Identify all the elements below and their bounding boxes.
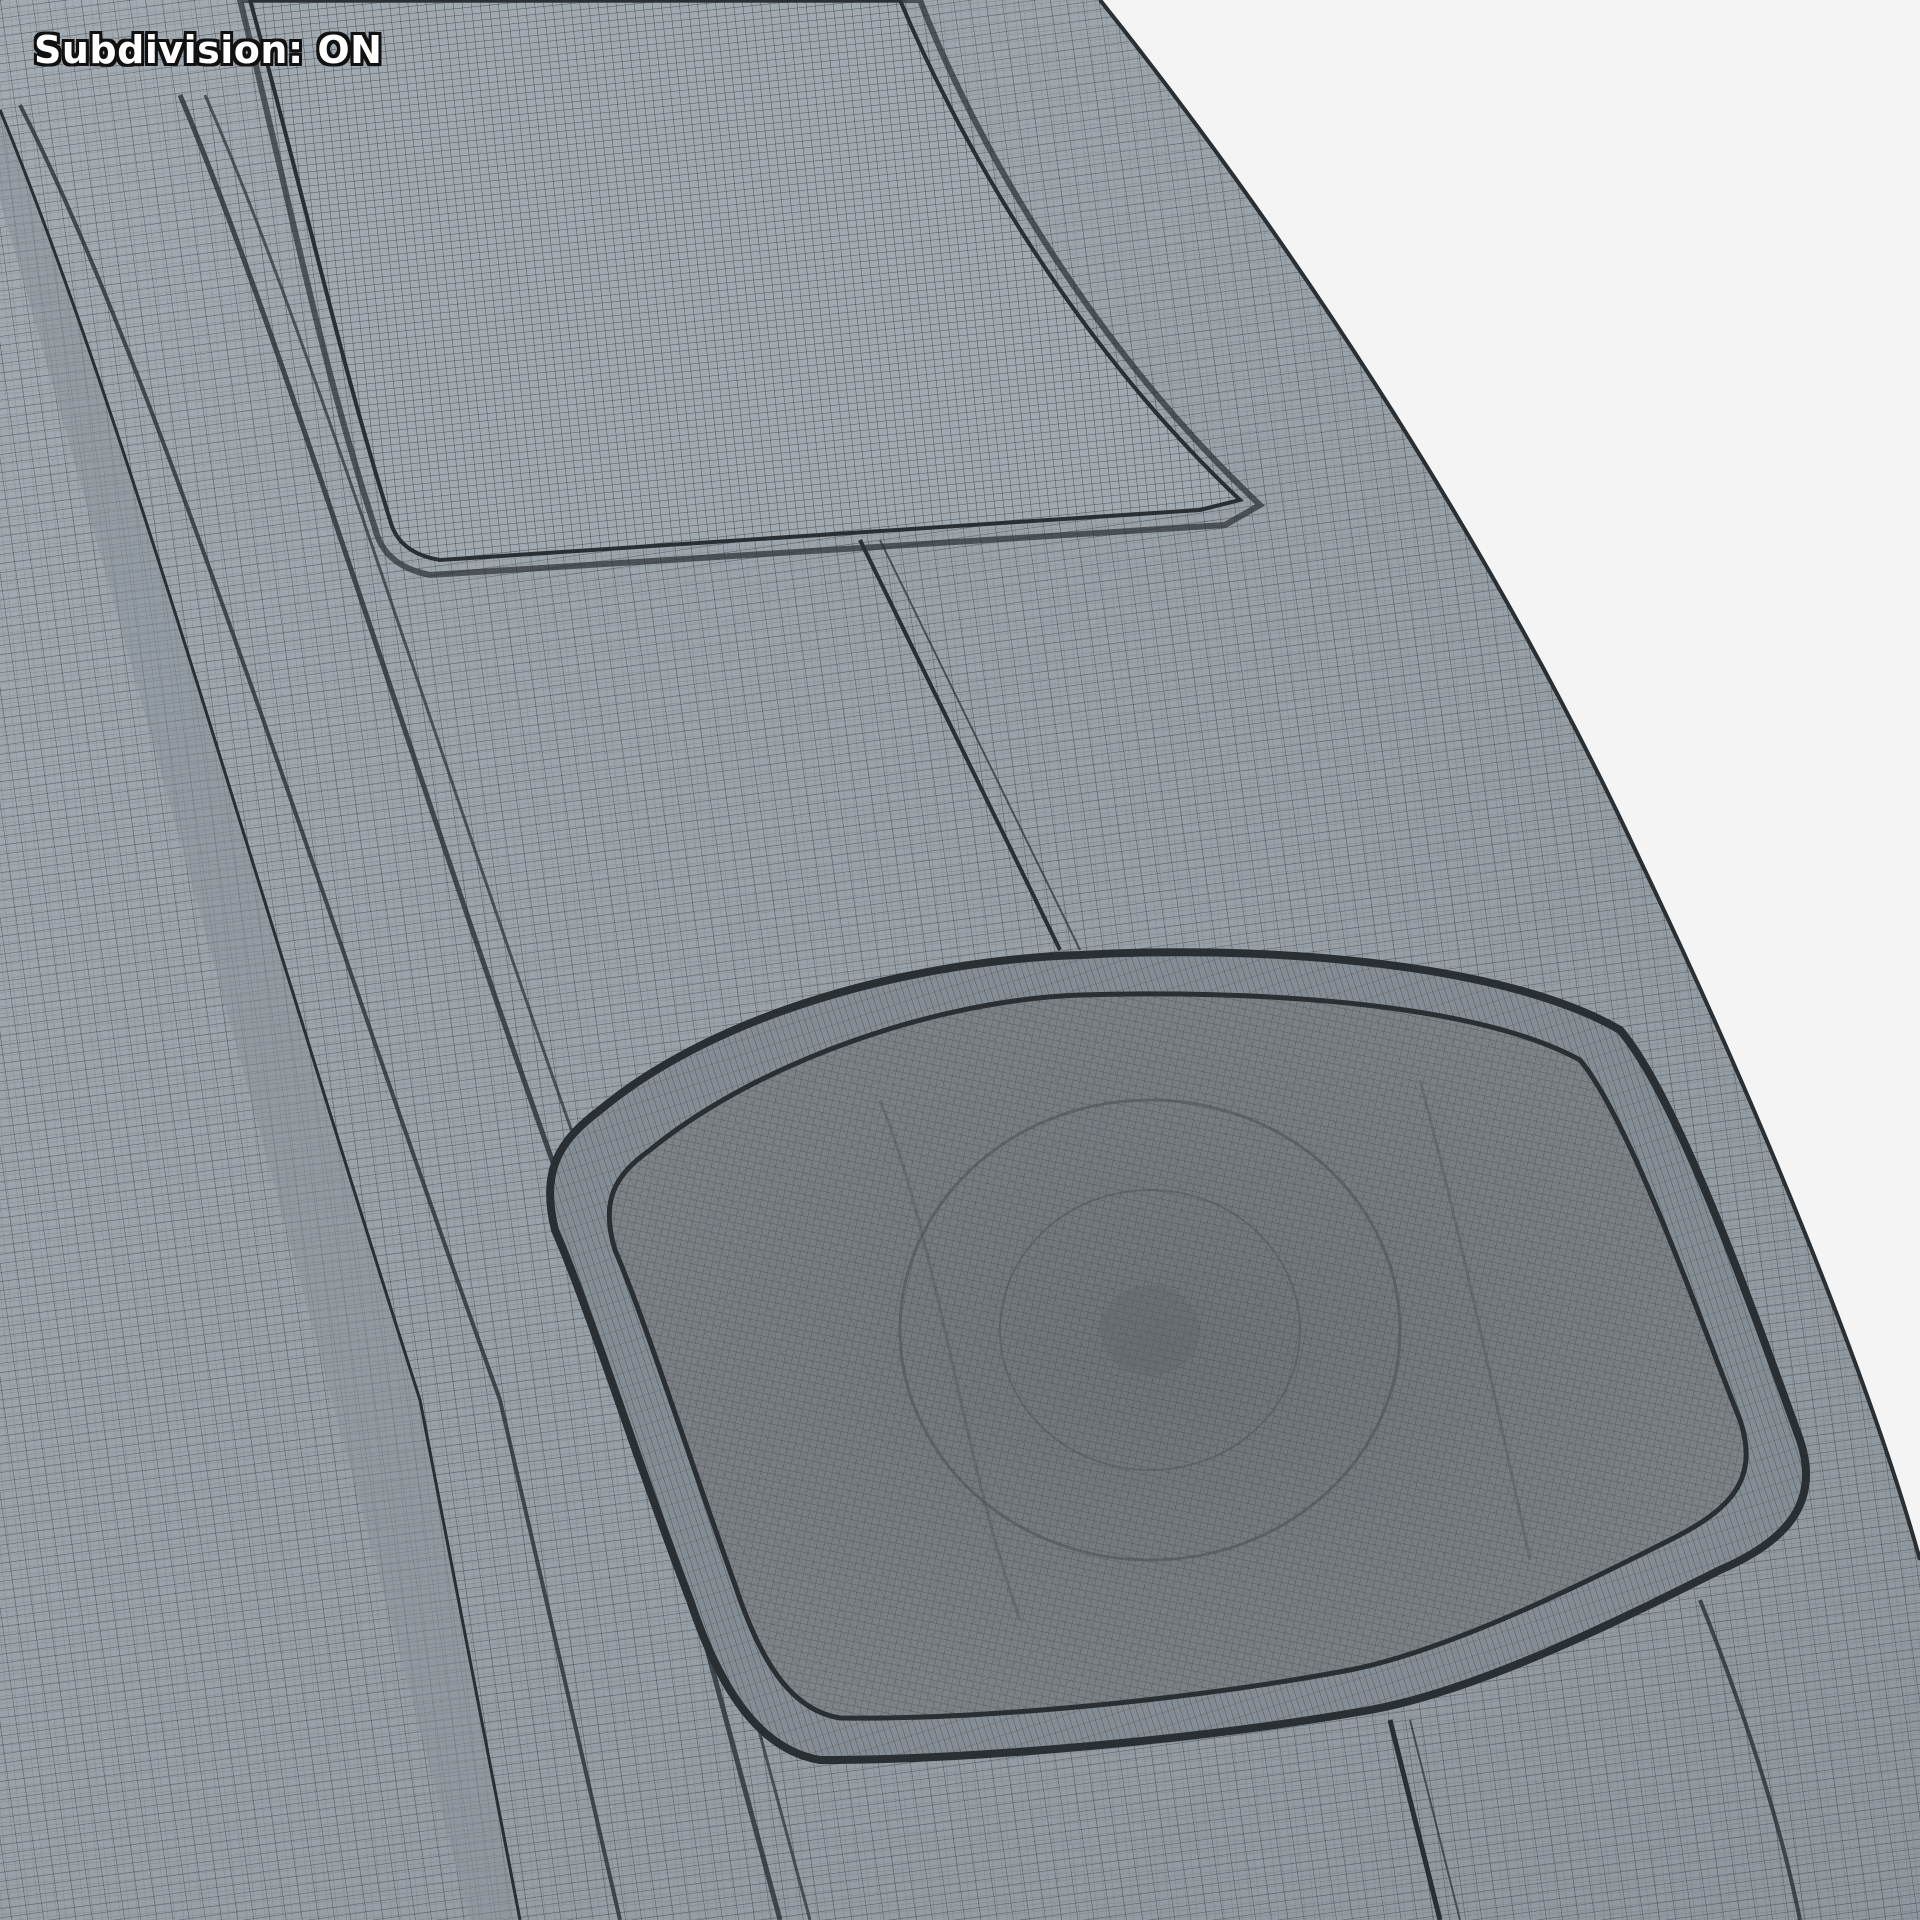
subdivision-label: Subdivision: ON [34,28,383,72]
render-viewport: Subdivision: ON [0,0,1920,1920]
mesh-render [0,0,1920,1920]
